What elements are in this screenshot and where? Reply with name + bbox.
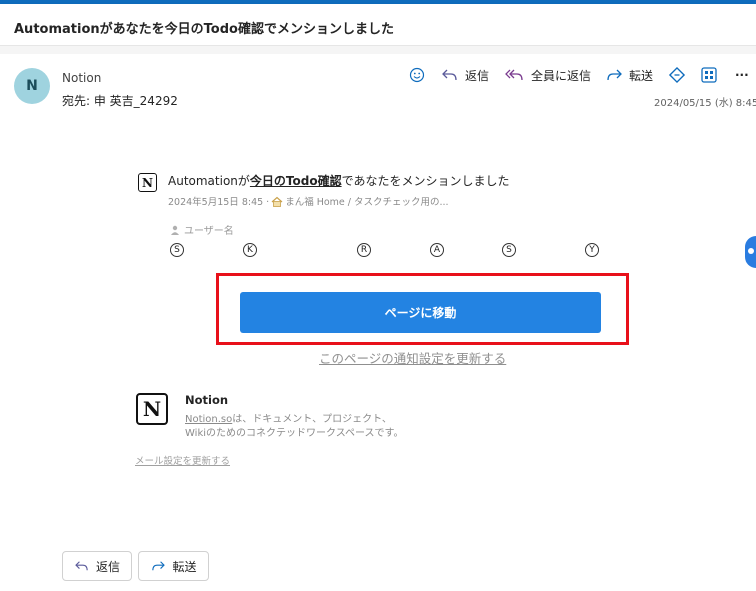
emoji-reaction-button[interactable] <box>409 64 425 86</box>
bottom-reply-button[interactable]: 返信 <box>62 551 132 581</box>
side-panel-indicator <box>748 248 754 254</box>
bottom-forward-button[interactable]: 転送 <box>138 551 209 581</box>
mail-settings-link[interactable]: メール設定を更新する <box>135 453 230 467</box>
reply-icon <box>442 69 457 81</box>
bottom-forward-label: 転送 <box>172 559 197 574</box>
user-initial-badge: S <box>502 243 516 257</box>
property-label-text: ユーザー名 <box>184 226 234 237</box>
user-initial-badge: R <box>357 243 371 257</box>
header-separator <box>0 46 756 54</box>
reply-all-label: 全員に返信 <box>531 68 592 83</box>
reply-all-icon <box>505 69 523 81</box>
meta-date: 2024年5月15日 8:45 · <box>168 197 270 208</box>
house-icon <box>271 196 283 207</box>
reply-icon <box>75 561 88 571</box>
mention-headline: Automationが今日のTodo確認であなたをメンションしました <box>168 172 509 189</box>
bottom-reply-label: 返信 <box>95 559 120 574</box>
reply-all-button[interactable]: 全員に返信 <box>505 64 591 86</box>
loop-button[interactable] <box>668 64 686 86</box>
sender-avatar[interactable]: N <box>14 68 50 104</box>
apps-grid-icon <box>700 66 718 84</box>
notification-settings-link[interactable]: このページの通知設定を更新する <box>319 348 506 367</box>
mention-meta: 2024年5月15日 8:45 · まん福 Home / タスクチェック用の..… <box>168 194 449 208</box>
recipient-line: 宛先: 申 英吉_24292 <box>62 94 178 108</box>
footer-brand: Notion <box>185 393 229 407</box>
reply-button[interactable]: 返信 <box>441 64 489 86</box>
forward-button[interactable]: 転送 <box>605 64 653 86</box>
reply-label: 返信 <box>465 68 490 83</box>
forward-label: 転送 <box>629 68 654 83</box>
email-subject: Automationがあなたを今日のTodo確認でメンションしました <box>14 22 394 37</box>
user-initial-badge: Y <box>585 243 599 257</box>
user-initial-badge: K <box>243 243 257 257</box>
go-to-page-button[interactable]: ページに移動 <box>240 292 601 333</box>
footer-description-1: Notion.soは、ドキュメント、プロジェクト、 <box>185 410 392 425</box>
footer-description-2: Wikiのためのコネクテッドワークスペースです。 <box>185 428 404 439</box>
emoji-icon <box>409 67 425 83</box>
forward-icon <box>152 561 166 571</box>
subject-header: Automationがあなたを今日のTodo確認でメンションしました <box>0 4 756 46</box>
notion-footer-logo: N <box>136 393 168 425</box>
meta-path[interactable]: まん福 Home / タスクチェック用の... <box>285 194 448 208</box>
user-initial-badge: S <box>170 243 184 257</box>
forward-icon <box>607 69 622 81</box>
user-initial-badge: A <box>430 243 444 257</box>
received-timestamp: 2024/05/15 (水) 8:45 <box>654 98 756 109</box>
person-icon <box>171 225 179 235</box>
more-icon: ··· <box>735 68 749 82</box>
headline-suffix: であなたをメンションしました <box>341 174 510 188</box>
apps-button[interactable] <box>700 64 718 86</box>
page-link[interactable]: 今日のTodo確認 <box>250 174 342 188</box>
notion-logo-icon: N <box>138 173 157 192</box>
loop-icon <box>668 66 686 84</box>
property-label: ユーザー名 <box>170 222 234 237</box>
headline-prefix: Automationが <box>168 174 250 188</box>
more-actions-button[interactable]: ··· <box>735 64 749 86</box>
sender-name[interactable]: Notion <box>62 71 101 85</box>
